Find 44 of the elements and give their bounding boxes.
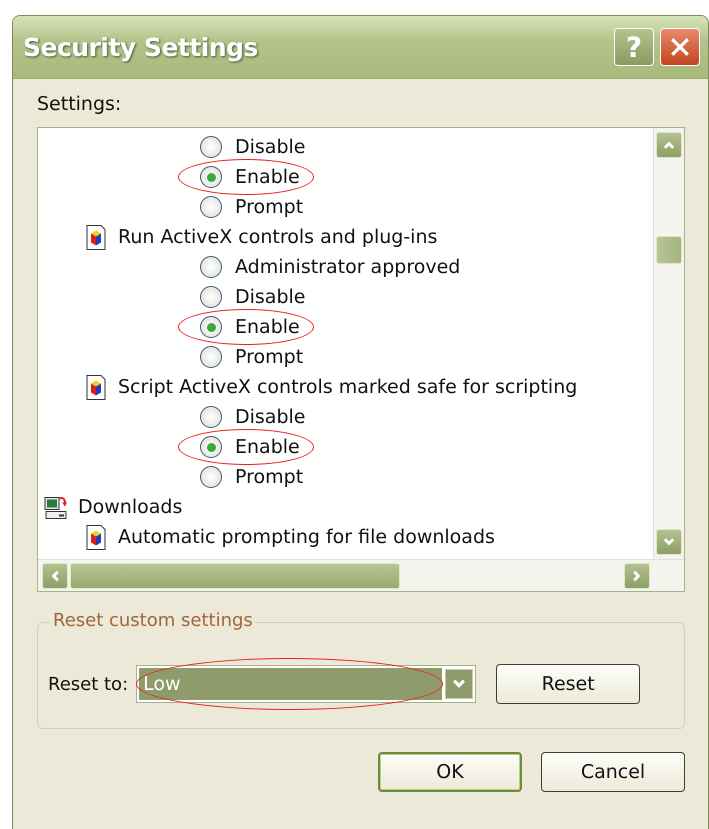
radio-button[interactable] (200, 286, 222, 308)
radio-button[interactable] (200, 196, 222, 218)
document-cube-icon (84, 524, 108, 550)
scroll-right-button[interactable] (624, 562, 650, 588)
settings-label: Settings: (37, 93, 122, 115)
category-label: Downloads (78, 496, 182, 518)
option-label: Prompt (235, 196, 304, 218)
option-label: Enable (235, 316, 300, 338)
scroll-up-button[interactable] (656, 132, 682, 158)
close-icon (669, 36, 691, 58)
radio-button[interactable] (200, 256, 222, 278)
document-cube-icon (84, 374, 108, 400)
radio-button[interactable] (200, 316, 222, 338)
option-label: Disable (235, 406, 306, 428)
document-cube-icon (84, 224, 108, 250)
radio-button[interactable] (200, 166, 222, 188)
radio-button[interactable] (200, 466, 222, 488)
dialog-button[interactable]: OK (378, 752, 522, 792)
option-label: Prompt (235, 466, 304, 488)
dialog-button[interactable]: Cancel (541, 752, 685, 792)
reset-button[interactable]: Reset (496, 664, 640, 704)
setting-label: Script ActiveX controls marked safe for scripting (118, 376, 578, 398)
option-label: Disable (235, 136, 306, 158)
reset-to-label: Reset to: (48, 674, 128, 694)
window-title: Security Settings (23, 32, 258, 62)
radio-button[interactable] (200, 136, 222, 158)
scroll-left-button[interactable] (42, 562, 68, 588)
setting-label: Automatic prompting for file downloads (118, 526, 495, 548)
option-label: Disable (235, 286, 306, 308)
vertical-scrollbar[interactable] (653, 128, 684, 559)
group-legend: Reset custom settings (50, 610, 256, 631)
option-label: Enable (235, 436, 300, 458)
setting-label: Run ActiveX controls and plug-ins (118, 226, 438, 248)
close-button[interactable] (660, 28, 700, 66)
scroll-thumb[interactable] (656, 236, 682, 264)
radio-button[interactable] (200, 346, 222, 368)
radio-button[interactable] (200, 436, 222, 458)
option-label: Administrator approved (235, 256, 460, 278)
scroll-down-button[interactable] (656, 529, 682, 555)
option-label: Prompt (235, 346, 304, 368)
option-label: Enable (235, 166, 300, 188)
radio-button[interactable] (200, 406, 222, 428)
horizontal-scrollbar[interactable] (38, 559, 684, 591)
scroll-thumb[interactable] (70, 562, 400, 588)
